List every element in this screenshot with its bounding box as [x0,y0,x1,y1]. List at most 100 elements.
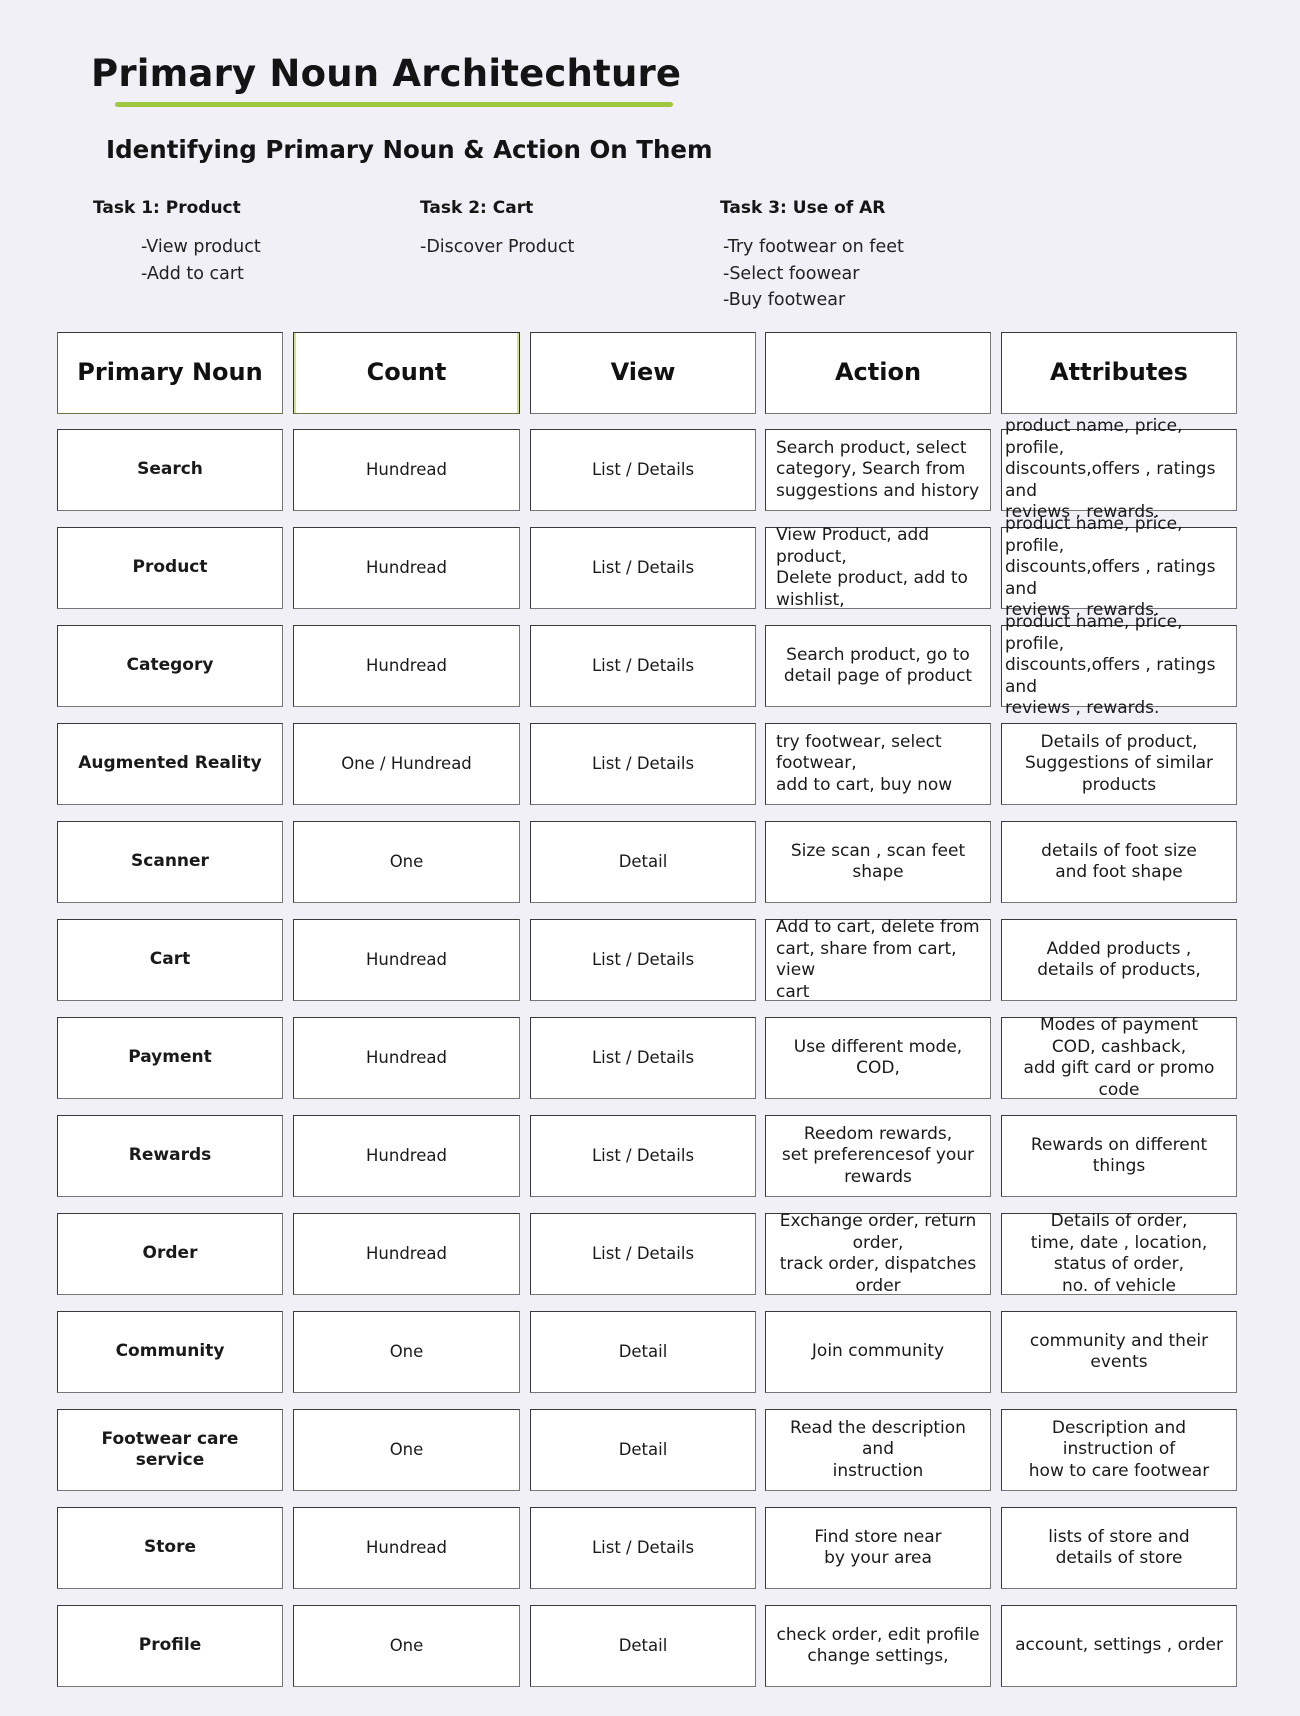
action-cell: Join community [765,1311,991,1393]
attributes-cell-text: Description and instruction of how to ca… [1028,1417,1210,1481]
action-cell-text: Use different mode, COD, [793,1036,963,1079]
action-cell: Use different mode, COD, [765,1017,991,1099]
count-cell-text: One [389,1636,424,1656]
noun-cell-text: Store [144,1537,196,1558]
header-count: Count [293,332,520,414]
view-cell-text: List / Details [591,950,695,970]
view-cell: List / Details [530,625,756,707]
view-cell: List / Details [530,1017,756,1099]
count-cell-text: Hundread [366,460,447,480]
action-cell-text: Find store near by your area [814,1526,942,1569]
view-cell: List / Details [530,527,756,609]
task-2: Task 2: Cart -Discover Product [420,198,574,261]
attributes-cell: product name, price, profile, discounts,… [1001,416,1237,522]
action-cell: check order, edit profile change setting… [765,1605,991,1687]
noun-cell-text: Rewards [128,1145,212,1166]
header-action: Action [765,332,991,414]
count-cell: One [293,1605,520,1687]
view-cell-text: Detail [618,1440,668,1460]
view-cell: Detail [530,1409,756,1491]
noun-cell-text: Profile [138,1635,202,1656]
count-cell: Hundread [293,1017,520,1099]
view-cell: List / Details [530,723,756,805]
count-cell-text: One [389,1342,424,1362]
noun-cell: Search [57,429,283,511]
noun-cell: Order [57,1213,283,1295]
attributes-cell: Description and instruction of how to ca… [1001,1409,1237,1491]
attributes-cell-text: Added products , details of products, [1037,938,1201,981]
view-cell-text: List / Details [591,558,695,578]
view-cell: List / Details [530,1507,756,1589]
view-cell-text: List / Details [591,1048,695,1068]
count-cell: Hundread [293,1115,520,1197]
count-cell: Hundread [293,527,520,609]
action-cell: Find store near by your area [765,1507,991,1589]
noun-cell-text: Cart [149,949,191,970]
view-cell-text: Detail [618,1342,668,1362]
view-cell-text: List / Details [591,1244,695,1264]
count-cell-text: Hundread [366,1146,447,1166]
view-cell-text: Detail [618,852,668,872]
action-cell-text: Size scan , scan feet shape [790,840,966,883]
action-cell: Read the description and instruction [765,1409,991,1491]
count-cell-text: Hundread [366,950,447,970]
attributes-cell: community and their events [1001,1311,1237,1393]
noun-cell: Payment [57,1017,283,1099]
noun-cell-text: Search [137,459,203,480]
view-cell-text: List / Details [591,656,695,676]
title-underline [115,102,673,107]
count-cell-text: One [389,852,424,872]
attributes-cell: account, settings , order [1001,1605,1237,1687]
action-cell: Search product, go to detail page of pro… [765,625,991,707]
attributes-cell: Added products , details of products, [1001,919,1237,1001]
action-cell: View Product, add product, Delete produc… [765,525,991,610]
noun-cell-text: Order [142,1243,198,1264]
count-cell-text: Hundread [366,1538,447,1558]
view-cell-text: List / Details [591,1146,695,1166]
task-1: Task 1: Product -View product -Add to ca… [93,198,261,287]
noun-cell: Augmented Reality [57,723,283,805]
count-cell-text: Hundread [366,1244,447,1264]
count-cell-text: Hundread [366,1048,447,1068]
attributes-cell: Modes of payment COD, cashback, add gift… [1001,1015,1237,1100]
header-attributes: Attributes [1001,332,1237,414]
header-action-text: Action [834,358,922,387]
action-cell: try footwear, select footwear, add to ca… [765,723,991,805]
task-item: -Discover Product [420,237,575,257]
action-cell-text: Search product, go to detail page of pro… [783,644,973,687]
view-cell-text: Detail [618,1636,668,1656]
action-cell-text: Search product, select category, Search … [776,437,980,501]
noun-cell-text: Category [126,655,214,676]
action-cell-text: Join community [811,1341,945,1362]
header-view: View [530,332,756,414]
attributes-cell-text: Modes of payment COD, cashback, add gift… [1023,1015,1215,1100]
attributes-cell: product name, price, profile, discounts,… [1001,612,1237,718]
task-heading: Task 1: Product [93,198,241,218]
noun-cell-text: Community [115,1341,225,1362]
view-cell-text: List / Details [591,460,695,480]
action-cell: Reedom rewards, set preferencesof your r… [765,1115,991,1197]
view-cell: List / Details [530,1213,756,1295]
attributes-cell: Details of product, Suggestions of simil… [1001,723,1237,805]
attributes-cell: details of foot size and foot shape [1001,821,1237,903]
noun-cell: Community [57,1311,283,1393]
task-heading: Task 3: Use of AR [720,198,886,218]
attributes-cell-text: account, settings , order [1015,1635,1223,1656]
noun-cell: Scanner [57,821,283,903]
task-item: -Buy footwear [723,290,846,310]
count-cell: Hundread [293,429,520,511]
action-cell: Size scan , scan feet shape [765,821,991,903]
attributes-cell-text: product name, price, profile, discounts,… [1005,416,1216,523]
count-cell: One [293,1311,520,1393]
view-cell: List / Details [530,919,756,1001]
count-cell-text: Hundread [366,656,447,676]
noun-cell: Category [57,625,283,707]
noun-cell: Product [57,527,283,609]
task-items: -View product -Add to cart [93,234,261,287]
noun-cell-text: Footwear care service [101,1428,239,1471]
page-subtitle: Identifying Primary Noun & Action On The… [106,135,713,164]
header-primary-noun-text: Primary Noun [77,358,263,387]
action-cell-text: Read the description and instruction [790,1417,966,1481]
task-item: -Select foowear [723,263,860,284]
noun-cell-text: Scanner [131,851,209,872]
